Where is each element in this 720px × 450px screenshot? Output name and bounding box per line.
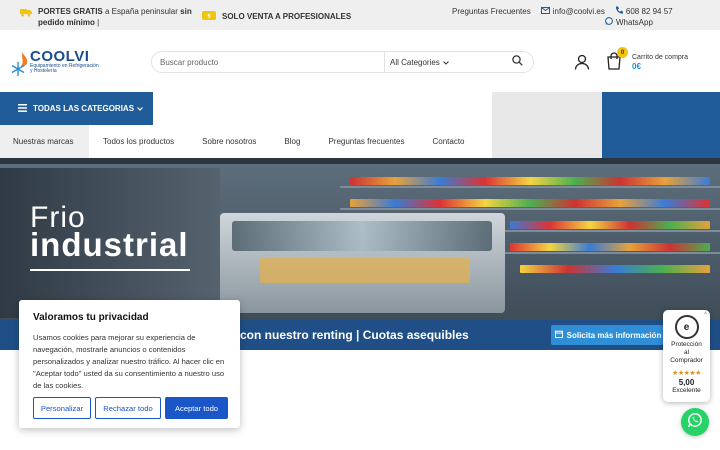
trust-seal-icon: e xyxy=(674,315,699,339)
chevron-down-icon xyxy=(442,58,449,67)
cookie-title: Valoramos tu privacidad xyxy=(33,312,149,323)
promo-text: PORTES GRATIS a España peninsular sin pe… xyxy=(38,7,192,27)
snowflake-flame-logo-icon xyxy=(10,52,32,81)
search-input[interactable] xyxy=(152,57,384,67)
calendar-icon xyxy=(554,330,563,340)
email-link[interactable]: info@coolvi.es xyxy=(540,6,605,16)
whatsapp-link[interactable]: WhatsApp xyxy=(605,17,653,27)
phone-link[interactable]: 608 82 94 57 xyxy=(615,6,673,16)
nav-filler-blue xyxy=(602,92,720,158)
hero-underline xyxy=(30,269,190,271)
freezer-image xyxy=(220,213,505,313)
search-icon xyxy=(512,53,523,71)
search-button[interactable] xyxy=(502,52,533,72)
professional-only-notice: $ SOLO VENTA A PROFESIONALES xyxy=(202,11,351,22)
faq-link[interactable]: Preguntas Frecuentes xyxy=(452,6,531,16)
nav-filler-grey xyxy=(492,92,602,158)
request-info-button[interactable]: Solicita más información xyxy=(551,325,665,345)
reject-all-button[interactable]: Rechazar todo xyxy=(95,397,161,419)
nav-item-about[interactable]: Sobre nosotros xyxy=(188,125,270,158)
logo-tagline: Equipamiento en Refrigeración y Hosteler… xyxy=(30,63,99,74)
hero-banner[interactable]: Frio industrial xyxy=(0,158,720,320)
whatsapp-icon xyxy=(687,412,703,433)
hero-title-line2: industrial xyxy=(30,226,189,263)
nav-item-all-products[interactable]: Todos los productos xyxy=(89,125,188,158)
search-bar: All Categories xyxy=(151,51,534,73)
rating-score: 5,00 xyxy=(678,378,695,387)
cart-label: Carrito de compra xyxy=(632,54,689,61)
phone-icon xyxy=(615,6,623,16)
hamburger-icon xyxy=(18,103,27,114)
cookie-body: Usamos cookies para mejorar su experienc… xyxy=(33,333,225,390)
cart-widget[interactable]: 0 Carrito de compra 0€ xyxy=(606,47,689,71)
cart-count-badge: 0 xyxy=(617,47,628,58)
mail-icon xyxy=(540,6,550,16)
category-select[interactable]: All Categories xyxy=(384,52,502,72)
user-account-icon[interactable] xyxy=(574,54,590,70)
all-categories-menu[interactable]: TODAS LAS CATEGORIAS xyxy=(0,92,153,125)
rating-stars: ★★★★★ xyxy=(672,370,701,377)
collapse-icon[interactable]: ^ xyxy=(704,312,707,318)
free-shipping-promo: PORTES GRATIS a España peninsular sin pe… xyxy=(20,6,200,28)
site-header: COOLVI Equipamiento en Refrigeración y H… xyxy=(0,30,720,92)
accept-all-button[interactable]: Aceptar todo xyxy=(165,397,228,419)
chevron-down-icon xyxy=(137,104,143,113)
top-bar: PORTES GRATIS a España peninsular sin pe… xyxy=(0,0,720,30)
whatsapp-icon xyxy=(605,17,613,27)
shopping-bag-icon: 0 xyxy=(606,47,628,70)
rating-word: Excelente xyxy=(672,387,701,394)
cookie-consent-dialog: Valoramos tu privacidad Usamos cookies p… xyxy=(19,300,240,428)
nav-item-blog[interactable]: Blog xyxy=(270,125,314,158)
nav-item-brands[interactable]: Nuestras marcas xyxy=(0,125,89,158)
nav-item-faq[interactable]: Preguntas frecuentes xyxy=(314,125,418,158)
coolvi-logo[interactable]: COOLVI Equipamiento en Refrigeración y H… xyxy=(10,48,99,81)
cart-amount: 0€ xyxy=(632,62,641,71)
pro-badge-icon: $ xyxy=(202,11,216,22)
svg-text:$: $ xyxy=(207,14,211,20)
main-navigation: Nuestras marcas Todos los productos Sobr… xyxy=(0,125,492,158)
renting-text: con nuestro renting | Cuotas asequibles xyxy=(240,328,469,342)
whatsapp-float-button[interactable] xyxy=(681,408,709,436)
truck-icon xyxy=(20,8,32,17)
nav-item-contact[interactable]: Contacto xyxy=(418,125,478,158)
personalize-button[interactable]: Personalizar xyxy=(33,397,91,419)
trusted-shops-badge[interactable]: ^ e Protección al Comprador ★★★★★ 5,00 E… xyxy=(663,310,710,402)
